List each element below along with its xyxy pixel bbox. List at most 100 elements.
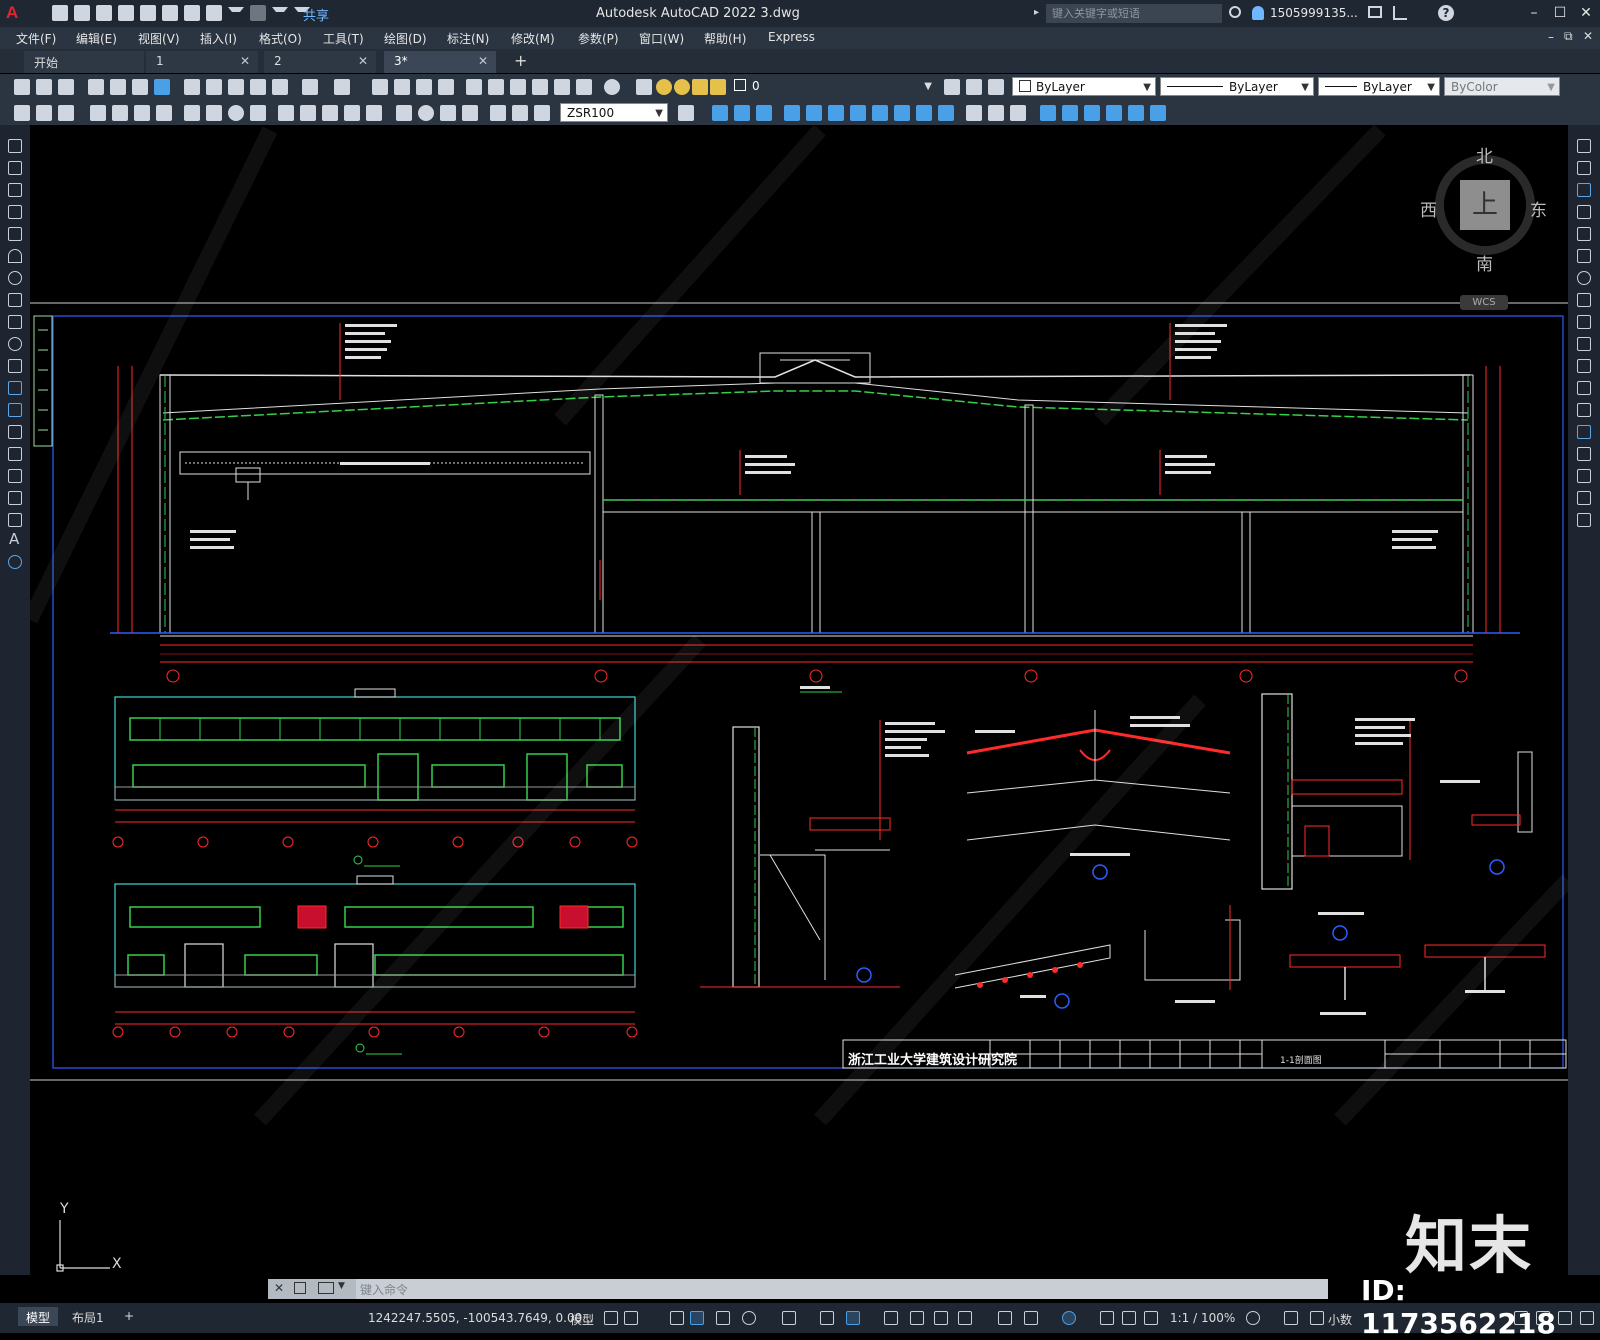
user-icon[interactable] xyxy=(1252,6,1264,20)
ordinate-dimension-icon[interactable] xyxy=(156,105,172,121)
save-web-icon[interactable] xyxy=(162,5,178,21)
break-at-point-icon[interactable] xyxy=(1577,381,1591,395)
ortho-icon[interactable] xyxy=(716,1311,730,1325)
help-icon[interactable]: ? xyxy=(1438,5,1454,21)
object-snap-icon[interactable] xyxy=(846,1311,860,1325)
rectangle-icon[interactable] xyxy=(8,227,22,241)
menu-help[interactable]: 帮助(H) xyxy=(704,30,746,47)
redo-icon[interactable] xyxy=(334,79,350,95)
close-icon[interactable]: ✕ xyxy=(478,54,488,68)
menu-window[interactable]: 窗口(W) xyxy=(639,30,684,47)
recent-commands-icon[interactable] xyxy=(318,1282,334,1294)
compass-east[interactable]: 东 xyxy=(1530,196,1547,221)
make-block-icon[interactable] xyxy=(8,403,22,417)
rotate-icon[interactable] xyxy=(872,105,888,121)
search-icon[interactable] xyxy=(1229,6,1241,18)
table-icon[interactable] xyxy=(8,513,22,527)
insert-block-icon[interactable] xyxy=(8,381,22,395)
plotstyle-dropdown[interactable]: ByColor ▼ xyxy=(1444,77,1560,96)
close-icon[interactable]: ✕ xyxy=(274,1281,284,1295)
menu-dimension[interactable]: 标注(N) xyxy=(447,30,489,47)
fillet-icon[interactable] xyxy=(1577,469,1591,483)
center-mark-icon[interactable] xyxy=(418,105,434,121)
ucs-icon[interactable] xyxy=(1040,105,1056,121)
redo-icon[interactable] xyxy=(250,5,266,21)
close-icon[interactable]: ✕ xyxy=(240,54,250,68)
fillet-icon[interactable] xyxy=(966,105,982,121)
menu-edit[interactable]: 编辑(E) xyxy=(76,30,117,47)
infer-constraints-icon[interactable] xyxy=(670,1311,684,1325)
dimension-edit-icon[interactable] xyxy=(490,105,506,121)
units-icon[interactable] xyxy=(1310,1311,1324,1325)
revision-cloud-icon[interactable] xyxy=(8,293,22,307)
move-icon[interactable] xyxy=(1577,249,1591,263)
close-icon[interactable]: ✕ xyxy=(358,54,368,68)
add-selected-icon[interactable] xyxy=(8,555,22,569)
scale-icon[interactable] xyxy=(1577,293,1591,307)
lineweight-icon[interactable] xyxy=(884,1311,898,1325)
copy-icon[interactable] xyxy=(206,79,222,95)
dimension-space-icon[interactable] xyxy=(344,105,360,121)
search-input[interactable]: 键入关键字或短语 xyxy=(1046,4,1222,23)
user-account[interactable]: 1505999135... xyxy=(1270,6,1358,20)
color-dropdown[interactable]: ByLayer ▼ xyxy=(1012,77,1156,96)
mirror-icon[interactable] xyxy=(784,105,800,121)
menu-format[interactable]: 格式(O) xyxy=(259,30,302,47)
menu-file[interactable]: 文件(F) xyxy=(16,30,56,47)
calculator-icon[interactable] xyxy=(576,79,592,95)
search-expand-icon[interactable]: ▸ xyxy=(1034,7,1039,18)
blend-curves-icon[interactable] xyxy=(1577,491,1591,505)
ucs-z-icon[interactable] xyxy=(1106,105,1122,121)
polygon-icon[interactable] xyxy=(8,205,22,219)
dimstyle-dropdown[interactable]: ZSR100 ▼ xyxy=(560,103,668,122)
spline-icon[interactable] xyxy=(8,315,22,329)
plot-icon[interactable] xyxy=(88,79,104,95)
scale-icon[interactable] xyxy=(894,105,910,121)
cursor-coordinates[interactable]: 1242247.5505, -100543.7649, 0.00... xyxy=(368,1311,594,1325)
aligned-dimension-icon[interactable] xyxy=(112,105,128,121)
undo-dropdown-icon[interactable] xyxy=(228,6,244,20)
view-front-icon[interactable] xyxy=(712,105,728,121)
3d-print-icon[interactable] xyxy=(154,79,170,95)
close-window-button[interactable]: ✕ xyxy=(1574,3,1598,23)
extend-icon[interactable] xyxy=(1577,359,1591,373)
annotation-scale-icon[interactable] xyxy=(1144,1311,1158,1325)
undo-icon[interactable] xyxy=(302,79,318,95)
autocad-logo-icon[interactable]: A xyxy=(6,3,18,23)
tab-3[interactable]: 3* ✕ xyxy=(384,51,496,73)
match-properties-icon[interactable] xyxy=(250,79,266,95)
chevron-down-icon[interactable]: ▼ xyxy=(338,1281,345,1291)
polar-tracking-icon[interactable] xyxy=(742,1311,756,1325)
linear-dimension-icon[interactable] xyxy=(90,105,106,121)
layer-lock-icon[interactable] xyxy=(710,79,726,95)
tolerance-icon[interactable] xyxy=(396,105,412,121)
menu-modify[interactable]: 修改(M) xyxy=(511,30,555,47)
auto-scale-icon[interactable] xyxy=(1122,1311,1136,1325)
save-icon[interactable] xyxy=(96,5,112,21)
view-iso-icon[interactable] xyxy=(756,105,772,121)
array-icon[interactable] xyxy=(1577,227,1591,241)
dimension-text-edit-icon[interactable] xyxy=(512,105,528,121)
properties-icon[interactable] xyxy=(466,79,482,95)
compass-south[interactable]: 南 xyxy=(1476,250,1493,275)
construction-line-icon[interactable] xyxy=(8,161,22,175)
model-space-toggle[interactable]: 模型 xyxy=(570,1311,594,1328)
hatch-icon[interactable] xyxy=(8,447,22,461)
wcs-menu[interactable]: WCS xyxy=(1460,295,1508,310)
doc-minimize-button[interactable]: – xyxy=(1548,30,1554,44)
open-file-icon[interactable] xyxy=(74,5,90,21)
isometric-drafting-icon[interactable] xyxy=(782,1311,796,1325)
snap-icon[interactable] xyxy=(624,1311,638,1325)
command-input[interactable]: 键入命令 xyxy=(360,1281,408,1298)
save-as-icon[interactable] xyxy=(118,5,134,21)
new-icon[interactable] xyxy=(14,79,30,95)
annotation-monitor-icon[interactable] xyxy=(1284,1311,1298,1325)
save-icon[interactable] xyxy=(58,79,74,95)
offset-icon[interactable] xyxy=(1577,205,1591,219)
layer-dropdown[interactable]: 0 ▼ xyxy=(728,77,936,96)
ucs-object-icon[interactable] xyxy=(1150,105,1166,121)
tab-2[interactable]: 2 ✕ xyxy=(264,51,376,73)
pan-icon[interactable] xyxy=(372,79,388,95)
gizmo-icon[interactable] xyxy=(1062,1311,1076,1325)
zoom-realtime-icon[interactable] xyxy=(394,79,410,95)
